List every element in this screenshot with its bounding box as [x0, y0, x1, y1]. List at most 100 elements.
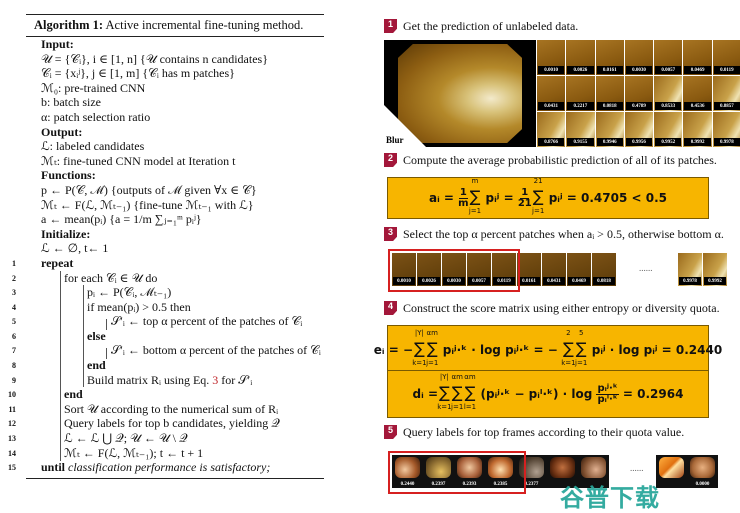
algorithm-step: 3 pᵢ ← P(𝒞ᵢ, ℳₜ₋₁)	[12, 285, 172, 300]
patch-probability-label: 0.0431	[538, 102, 565, 110]
frame-thumbnail	[581, 457, 606, 478]
algorithm-step: 9 Build matrix Rᵢ using Eq. 3 for 𝒮′ᵢ	[12, 372, 253, 387]
patch-tile: 0.0161	[595, 40, 624, 75]
patch-tile: 0.0010	[537, 40, 566, 75]
average-formula: aᵢ = 1 m ∑ m j=1 pᵢʲ = 1 21 ∑ 21 j=1 pᵢʲ = 0.470…	[429, 177, 667, 215]
patch-probability-label: 0.0161	[518, 277, 540, 285]
step-1-header: 1 Get the prediction of unlabeled data.	[384, 17, 578, 35]
algorithm-step: 6 else	[12, 328, 106, 343]
algorithm-step: 2 for each 𝒞ᵢ ∈ 𝒰 do	[12, 270, 158, 285]
algorithm-steps: 1 repeat 2 for each 𝒞ᵢ ∈ 𝒰 do 3 pᵢ ← P(𝒞ᵢ, …	[8, 256, 324, 475]
step-3-header: 3 Select the top α percent patches when …	[384, 225, 724, 243]
frames-ellipsis: ......	[630, 463, 644, 473]
patch-probability-label: 0.9992	[684, 138, 711, 146]
algorithm-step: 8 end	[12, 358, 106, 373]
patch-tile: 0.4789	[624, 76, 654, 111]
frame-quota-label: 0.0000	[695, 482, 710, 487]
patch-tile: 0.0469	[567, 253, 591, 286]
algorithm-title: Algorithm 1: Active incremental fine-tun…	[26, 15, 324, 36]
patch-tile: 0.9992	[683, 112, 712, 147]
input-line: α: patch selection ratio	[41, 109, 151, 124]
patch-probability-label: 0.4536	[684, 102, 711, 110]
diversity-formula-box: dᵢ =∑ |Y| k=1 ∑ αm j=1 ∑ αm l=1 (pᵢʲ·ᵏ − pᵢˡ·ᵏ) …	[387, 370, 709, 418]
algorithm-step: 11 Sort 𝒰 according to the numerical sum …	[8, 401, 279, 416]
output-line: ℳₜ: fine-tuned CNN model at Iteration t	[41, 153, 236, 168]
step-number-badge: 4	[384, 301, 397, 315]
average-formula-box: aᵢ = 1 m ∑ m j=1 pᵢʲ = 1 21 ∑ 21 j=1 pᵢʲ = 0.470…	[387, 177, 709, 219]
patch-tile: 0.0431	[537, 76, 566, 111]
initialize-line: ℒ ← ∅, t← 1	[41, 241, 109, 256]
patch-tile: 0.8766	[537, 112, 566, 147]
algorithm-step: 4 if mean(pᵢ) > 0.5 then	[12, 299, 191, 314]
step-4-text: Construct the score matrix using either …	[403, 300, 720, 315]
patch-tile: 0.9946	[595, 112, 624, 147]
patch-probability-label: 0.0818	[596, 102, 623, 110]
algorithm-step: 7 𝒮′ᵢ ← bottom α percent of the patches o…	[12, 343, 321, 358]
patch-tile: 0.9978	[712, 112, 740, 147]
algorithm-step: 15 until classification performance is sa…	[8, 460, 271, 475]
method-illustration: 1 Get the prediction of unlabeled data. …	[374, 0, 740, 511]
patch-probability-label: 0.0818	[593, 277, 615, 285]
patch-tile: 0.0818	[592, 253, 616, 286]
input-line: 𝒰 = {𝒞ᵢ}, i ∈ [1, n] {𝒰 contains n candi…	[41, 51, 268, 66]
output-header: Output:	[41, 124, 83, 139]
frame-thumbnail	[690, 457, 715, 478]
patch-probability-label: 0.9978	[679, 277, 701, 285]
patch-tile: 0.9956	[624, 112, 654, 147]
patch-probability-label: 0.9978	[713, 138, 740, 146]
patch-tile: 0.0057	[654, 40, 683, 75]
bottom-rule	[26, 477, 324, 479]
watermark-text: 谷普下载	[560, 484, 660, 512]
video-frame-tile: 0.0000	[687, 455, 718, 488]
algorithm-title-text: Active incremental fine-tuning method.	[105, 18, 304, 32]
algorithm-step: 12 Query labels for top b candidates, yie…	[8, 416, 280, 431]
patch-probability-label: 0.0469	[568, 277, 590, 285]
endoscopy-frame-image: Blur	[384, 40, 536, 147]
input-line: ℳ₀: pre-trained CNN	[41, 80, 146, 95]
query-frame-tail: 0.0000	[656, 455, 718, 488]
patch-probability-label: 0.0026	[567, 66, 594, 74]
patch-tile: 0.0026	[566, 40, 595, 75]
function-line: p ← P(𝒞, ℳ) {outputs of ℳ given ∀x ∈ 𝒞}	[41, 182, 257, 197]
ellipsis: ......	[639, 263, 653, 273]
step-5-header: 5 Query labels for top frames according …	[384, 423, 684, 441]
functions-header: Functions:	[41, 168, 96, 183]
patch-probability-label: 0.0469	[684, 66, 711, 74]
patch-probability-label: 0.9956	[625, 138, 653, 146]
output-line: ℒ: labeled candidates	[41, 139, 145, 154]
patch-tile: 0.8857	[712, 76, 740, 111]
patch-probability-label: 0.8766	[538, 138, 565, 146]
patch-probability-label: 0.9992	[704, 277, 726, 285]
step-2-header: 2 Compute the average probabilistic pred…	[384, 151, 717, 169]
step-3-text: Select the top α percent patches when aᵢ…	[403, 226, 724, 241]
video-frame-tile	[656, 455, 687, 488]
algorithm-step: 10 end	[8, 387, 83, 402]
function-line: a ← mean(pᵢ) {a = 1/m ∑ⱼ₌₁ᵐ pᵢʲ}	[41, 212, 202, 227]
step-number-badge: 2	[384, 153, 397, 167]
patch-tile: 0.0469	[683, 40, 712, 75]
patch-probability-label: 0.9952	[655, 138, 682, 146]
patch-tile: 0.0431	[542, 253, 566, 286]
patch-probability-label: 0.2217	[567, 102, 594, 110]
patch-tile: 0.8533	[654, 76, 683, 111]
input-line: b: batch size	[41, 95, 101, 110]
patch-probability-label: 0.8857	[713, 102, 740, 110]
algorithm-step: 13 ℒ ← ℒ ⋃ 𝒬; 𝒰 ← 𝒰 \ 𝒬	[8, 431, 188, 446]
sorted-patch-tail: 0.9978 0.9992	[678, 253, 727, 286]
selected-patches-highlight	[388, 249, 520, 292]
step-4-header: 4 Construct the score matrix using eithe…	[384, 299, 720, 317]
frame-thumbnail	[550, 457, 575, 478]
algorithm-body: Input: 𝒰 = {𝒞ᵢ}, i ∈ [1, n] {𝒰 contains …	[8, 37, 324, 475]
patch-probability-label: 0.0010	[538, 66, 565, 74]
patch-grid: 0.0010 0.0026 0.0161 0.0030 0.0057 0.0469 0.01…	[537, 40, 740, 147]
entropy-formula: eᵢ = −∑ |Y| k=1 ∑ αm j=1 pᵢʲ·ᵏ · log pᵢʲ·ᵏ = …	[373, 329, 723, 367]
step-5-text: Query labels for top frames according to…	[403, 424, 685, 439]
algorithm-label: Algorithm 1:	[34, 18, 104, 32]
input-header: Input:	[41, 37, 74, 51]
patch-tile: 0.2217	[566, 76, 595, 111]
patch-probability-label: 0.0161	[596, 66, 623, 74]
patch-probability-label: 0.9155	[567, 138, 594, 146]
patch-tile: 0.0818	[595, 76, 624, 111]
patch-probability-label: 0.0030	[625, 66, 653, 74]
patch-tile: 0.0161	[517, 253, 541, 286]
